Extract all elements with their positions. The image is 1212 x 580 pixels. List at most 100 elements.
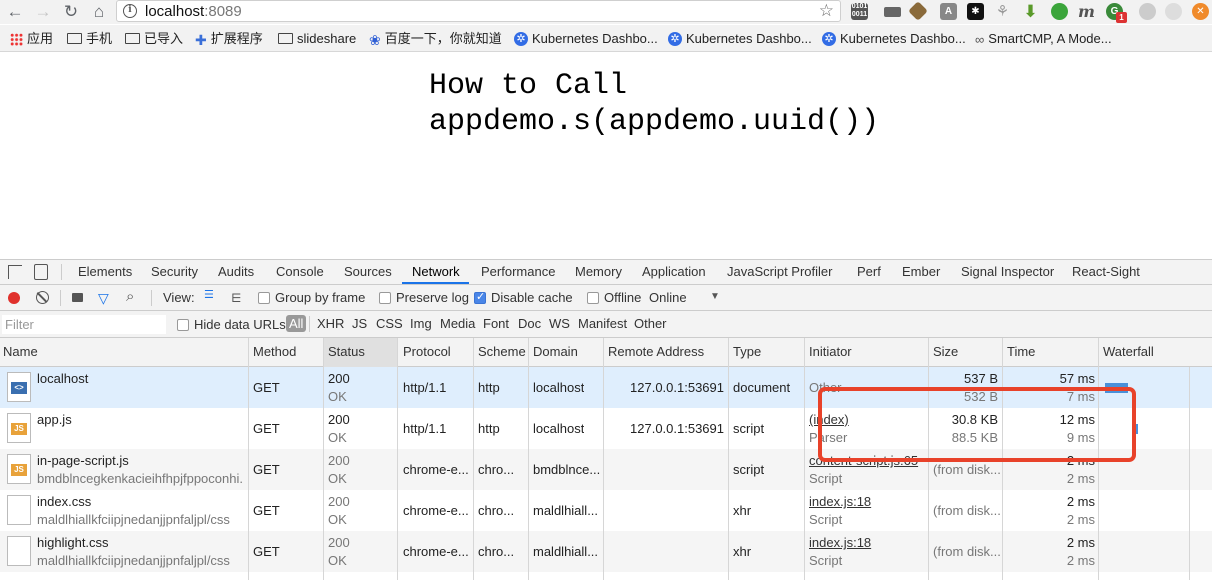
tab-audits[interactable]: Audits <box>218 264 254 279</box>
checkbox-box-checked[interactable] <box>474 290 486 304</box>
filter-type-media[interactable]: Media <box>440 316 475 331</box>
tab-network[interactable]: Network <box>412 264 460 279</box>
bookmark-kubernetes-3[interactable]: Kubernetes Dashbo... <box>822 30 966 48</box>
filter-type-js[interactable]: JS <box>352 316 367 331</box>
col-size[interactable]: Size <box>933 344 958 359</box>
col-method[interactable]: Method <box>253 344 296 359</box>
tab-javascript-profiler[interactable]: JavaScript Profiler <box>727 264 832 279</box>
bookmark-baidu[interactable]: ❀ 百度一下，你就知道 <box>369 30 502 48</box>
filter-input[interactable]: Filter <box>2 315 166 334</box>
bookmark-kubernetes-1[interactable]: Kubernetes Dashbo... <box>514 30 658 48</box>
tab-sources[interactable]: Sources <box>344 264 392 279</box>
address-bar[interactable]: i localhost:8089 ☆ <box>116 0 841 22</box>
chevron-down-icon[interactable]: ▼ <box>710 291 720 302</box>
tab-ember[interactable]: Ember <box>902 264 940 279</box>
checkbox-box[interactable] <box>177 319 189 331</box>
col-scheme[interactable]: Scheme <box>478 344 526 359</box>
checkbox-box[interactable] <box>258 292 270 304</box>
column-divider[interactable] <box>728 338 729 580</box>
angular-extension-icon[interactable]: A <box>940 3 957 20</box>
filter-type-img[interactable]: Img <box>410 316 432 331</box>
filter-type-font[interactable]: Font <box>483 316 509 331</box>
tab-performance[interactable]: Performance <box>481 264 555 279</box>
diamond-extension-icon[interactable] <box>908 1 928 21</box>
column-divider[interactable] <box>528 338 529 580</box>
graph-extension-icon[interactable]: ⚘ <box>994 3 1011 20</box>
column-divider[interactable] <box>323 338 324 580</box>
bookmark-folder-imported[interactable]: 已导入 <box>125 30 183 48</box>
column-divider[interactable] <box>804 338 805 580</box>
overview-icon[interactable]: ⋿ <box>231 291 241 305</box>
site-info-icon[interactable]: i <box>123 4 137 18</box>
col-protocol[interactable]: Protocol <box>403 344 451 359</box>
checkbox-box[interactable] <box>379 292 391 304</box>
col-status[interactable]: Status <box>328 344 365 359</box>
filter-type-xhr[interactable]: XHR <box>317 316 344 331</box>
tab-security[interactable]: Security <box>151 264 198 279</box>
bookmark-extensions[interactable]: ✚ 扩展程序 <box>195 30 263 48</box>
react-extension-icon[interactable]: ✱ <box>967 3 984 20</box>
filter-funnel-icon[interactable]: ▽ <box>98 290 109 307</box>
filter-type-other[interactable]: Other <box>634 316 667 331</box>
back-arrow-icon[interactable]: ← <box>4 1 26 23</box>
offline-checkbox[interactable]: Offline <box>587 290 641 305</box>
filter-type-manifest[interactable]: Manifest <box>578 316 627 331</box>
home-icon[interactable]: ⌂ <box>88 1 110 23</box>
search-icon[interactable]: ⌕ <box>126 288 134 305</box>
screenshot-camera-icon[interactable] <box>72 293 83 302</box>
download-extension-icon[interactable]: ⬇ <box>1022 3 1039 20</box>
checkbox-box[interactable] <box>587 292 599 304</box>
column-divider[interactable] <box>473 338 474 580</box>
tab-elements[interactable]: Elements <box>78 264 132 279</box>
filter-type-all[interactable]: All <box>286 315 307 332</box>
throttling-select[interactable]: Online <box>649 290 687 305</box>
col-initiator[interactable]: Initiator <box>809 344 852 359</box>
preserve-log-checkbox[interactable]: Preserve log <box>379 290 469 305</box>
bookmark-folder-phone[interactable]: 手机 <box>67 30 112 48</box>
tab-perf[interactable]: Perf <box>857 264 881 279</box>
record-icon[interactable] <box>8 292 20 304</box>
tab-memory[interactable]: Memory <box>575 264 622 279</box>
orange-extension-icon[interactable]: ✕ <box>1192 3 1209 20</box>
bookmark-apps[interactable]: 应用 <box>10 30 53 48</box>
tab-signal-inspector[interactable]: Signal Inspector <box>961 264 1054 279</box>
filter-type-ws[interactable]: WS <box>549 316 570 331</box>
column-divider[interactable] <box>397 338 398 580</box>
col-remote-address[interactable]: Remote Address <box>608 344 704 359</box>
chat-extension-icon[interactable] <box>884 7 901 17</box>
m-extension-icon[interactable]: m <box>1078 3 1095 20</box>
bookmark-folder-slideshare[interactable]: slideshare <box>278 30 356 48</box>
col-name[interactable]: Name <box>3 344 38 359</box>
light-extension-icon[interactable] <box>1165 3 1182 20</box>
bookmark-star-icon[interactable]: ☆ <box>819 1 834 21</box>
large-rows-icon[interactable]: ☰ <box>204 290 214 301</box>
column-divider[interactable] <box>603 338 604 580</box>
filter-type-doc[interactable]: Doc <box>518 316 541 331</box>
tab-console[interactable]: Console <box>276 264 324 279</box>
forward-arrow-icon[interactable]: → <box>32 1 54 23</box>
reload-icon[interactable]: ↻ <box>60 1 82 23</box>
device-toolbar-icon[interactable] <box>34 264 48 280</box>
col-domain[interactable]: Domain <box>533 344 578 359</box>
filter-type-css[interactable]: CSS <box>376 316 403 331</box>
row-initiator-link[interactable]: index.js:18 <box>809 494 927 509</box>
inspect-element-icon[interactable] <box>8 265 22 279</box>
col-time[interactable]: Time <box>1007 344 1035 359</box>
tab-react-sight[interactable]: React-Sight <box>1072 264 1140 279</box>
bookmark-smartcmp[interactable]: ∞ SmartCMP, A Mode... <box>975 30 1112 48</box>
hide-data-urls-checkbox[interactable]: Hide data URLs <box>177 317 286 332</box>
clear-icon[interactable] <box>36 291 49 304</box>
binary-extension-icon[interactable]: 0101 0011 <box>851 3 868 20</box>
disable-cache-checkbox[interactable]: Disable cache <box>474 290 573 305</box>
grey-extension-icon[interactable] <box>1139 3 1156 20</box>
col-type[interactable]: Type <box>733 344 761 359</box>
column-divider[interactable] <box>248 338 249 580</box>
table-row[interactable]: index.css maldlhiallkfciipjnedanjjpnfalj… <box>0 490 1212 531</box>
table-row[interactable]: highlight.css maldlhiallkfciipjnedanjjpn… <box>0 531 1212 572</box>
tab-application[interactable]: Application <box>642 264 706 279</box>
green-circle-extension-icon[interactable] <box>1051 3 1068 20</box>
bookmark-kubernetes-2[interactable]: Kubernetes Dashbo... <box>668 30 812 48</box>
col-waterfall[interactable]: Waterfall <box>1103 344 1154 359</box>
group-by-frame-checkbox[interactable]: Group by frame <box>258 290 365 305</box>
row-initiator-link[interactable]: index.js:18 <box>809 535 927 550</box>
